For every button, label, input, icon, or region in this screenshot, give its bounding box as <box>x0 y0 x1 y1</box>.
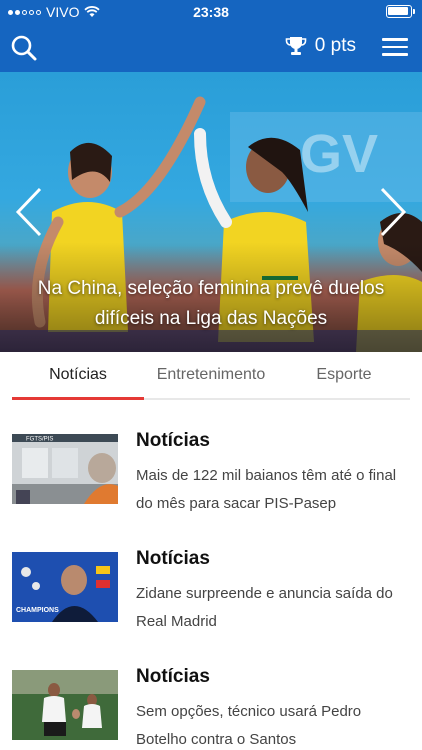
news-item[interactable]: FGTS/PIS Notícias Mais de 122 mil baiano… <box>0 420 422 530</box>
battery-icon <box>386 5 415 18</box>
chevron-left-icon[interactable] <box>14 186 44 238</box>
hero-carousel[interactable]: GV Na China, seleção feminina prevê duel… <box>0 72 422 352</box>
news-item[interactable]: CHAMPIONS Notícias Zidane surpreende e a… <box>0 538 422 648</box>
app-bar: 0 pts <box>0 24 422 72</box>
search-icon[interactable] <box>10 34 38 62</box>
points-label: 0 pts <box>314 35 356 56</box>
status-bar: VIVO 23:38 <box>0 0 422 24</box>
svg-text:GV: GV <box>300 124 378 184</box>
chevron-right-icon[interactable] <box>378 186 408 238</box>
tab-noticias[interactable]: Notícias <box>12 352 144 400</box>
news-headline: Mais de 122 mil baianos têm até o final … <box>136 467 397 512</box>
svg-text:CHAMPIONS: CHAMPIONS <box>16 607 59 614</box>
news-category: Notícias <box>136 430 210 451</box>
news-item[interactable]: Notícias Sem opções, técnico usará Pedro… <box>0 656 422 750</box>
news-thumbnail: CHAMPIONS <box>12 552 118 622</box>
svg-text:FGTS/PIS: FGTS/PIS <box>26 437 53 443</box>
hero-title[interactable]: Na China, seleção feminina prevê duelos … <box>16 274 406 334</box>
news-headline: Zidane surpreende e anuncia saída do Rea… <box>136 585 393 630</box>
category-tabs: Notícias Entretenimento Esporte <box>12 352 410 400</box>
points-display[interactable]: 0 pts <box>285 35 356 57</box>
tab-esporte[interactable]: Esporte <box>278 352 410 400</box>
tab-indicator <box>12 397 144 400</box>
news-category: Notícias <box>136 666 210 687</box>
clock: 23:38 <box>193 4 229 20</box>
news-thumbnail <box>12 670 118 740</box>
tab-entretenimento[interactable]: Entretenimento <box>144 352 278 400</box>
news-thumbnail: FGTS/PIS <box>12 434 118 504</box>
trophy-icon <box>285 37 307 55</box>
news-headline: Sem opções, técnico usará Pedro Botelho … <box>136 703 362 748</box>
news-category: Notícias <box>136 548 210 569</box>
menu-icon[interactable] <box>382 38 408 58</box>
